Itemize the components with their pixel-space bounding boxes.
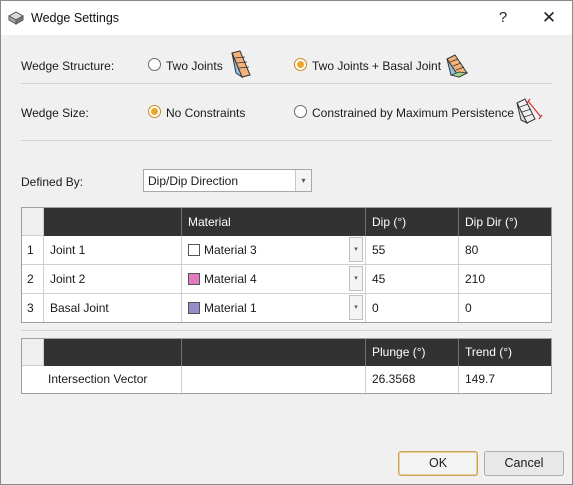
column-header-dip-dir: Dip Dir (°): [459, 208, 551, 236]
material-value: Material 3: [204, 243, 257, 257]
material-cell[interactable]: Material 3 ▾: [182, 236, 366, 265]
material-value: Material 1: [204, 301, 257, 315]
basal-joint-wedge-icon: [446, 54, 469, 78]
two-joints-radio[interactable]: [148, 58, 161, 71]
trend-cell: 149.7: [465, 372, 496, 386]
wedge-settings-dialog: Wedge Settings ? ✕ Wedge Structure: Two …: [0, 0, 573, 485]
wedge-size-label: Wedge Size:: [21, 106, 89, 120]
column-header-plunge: Plunge (°): [366, 339, 459, 366]
close-button[interactable]: ✕: [535, 7, 563, 29]
wedge-app-icon: [8, 11, 24, 25]
max-persistence-label[interactable]: Constrained by Maximum Persistence: [312, 106, 514, 120]
table-corner: [22, 208, 44, 236]
dip-cell[interactable]: 45: [366, 265, 459, 294]
row-number: 1: [22, 236, 44, 265]
intersection-table: Plunge (°) Trend (°) Intersection Vector…: [21, 338, 552, 394]
chevron-down-icon[interactable]: ▾: [295, 170, 311, 191]
column-header-name: [44, 339, 182, 366]
help-button[interactable]: ?: [489, 7, 517, 29]
intersection-vector-label: Intersection Vector: [22, 366, 182, 393]
chevron-down-icon[interactable]: ▾: [349, 237, 363, 262]
material-value: Material 4: [204, 272, 257, 286]
two-joints-basal-label[interactable]: Two Joints + Basal Joint: [312, 59, 441, 73]
two-joints-label[interactable]: Two Joints: [166, 59, 223, 73]
max-persistence-radio[interactable]: [294, 105, 307, 118]
no-constraints-radio[interactable]: [148, 105, 161, 118]
chevron-down-icon[interactable]: ▾: [349, 266, 363, 291]
column-header-trend: Trend (°): [459, 339, 551, 366]
wedge-structure-label: Wedge Structure:: [21, 59, 115, 73]
material-swatch: [188, 244, 200, 256]
chevron-down-icon[interactable]: ▾: [349, 295, 363, 320]
intersection-value-cell: [182, 366, 366, 393]
row-number: 2: [22, 265, 44, 294]
defined-by-select[interactable]: Dip/Dip Direction ▾: [143, 169, 312, 192]
column-header-value: [182, 339, 366, 366]
separator: [21, 140, 552, 141]
separator: [21, 83, 552, 84]
defined-by-value: Dip/Dip Direction: [148, 174, 239, 188]
material-swatch: [188, 302, 200, 314]
title-bar: Wedge Settings ? ✕: [1, 1, 572, 35]
dip-dir-cell[interactable]: 210: [459, 265, 551, 294]
joint-name-cell[interactable]: Joint 2: [44, 265, 182, 294]
dip-dir-cell[interactable]: 0: [459, 294, 551, 322]
separator: [21, 330, 552, 331]
window-title: Wedge Settings: [31, 11, 120, 25]
joint-name-cell[interactable]: Basal Joint: [44, 294, 182, 322]
plunge-cell: 26.3568: [366, 366, 459, 393]
cancel-button[interactable]: Cancel: [484, 451, 564, 476]
material-swatch: [188, 273, 200, 285]
column-header-dip: Dip (°): [366, 208, 459, 236]
row-number: 3: [22, 294, 44, 322]
two-joints-basal-radio[interactable]: [294, 58, 307, 71]
defined-by-label: Defined By:: [21, 175, 84, 189]
dip-dir-cell[interactable]: 80: [459, 236, 551, 265]
dip-cell[interactable]: 55: [366, 236, 459, 265]
table-corner: [22, 339, 44, 366]
joint-name-cell[interactable]: Joint 1: [44, 236, 182, 265]
dip-cell[interactable]: 0: [366, 294, 459, 322]
joints-table: Material Dip (°) Dip Dir (°) 1 Joint 1 M…: [21, 207, 552, 323]
material-cell[interactable]: Material 4 ▾: [182, 265, 366, 294]
column-header-name: [44, 208, 182, 236]
two-joints-wedge-icon: [231, 50, 251, 79]
no-constraints-label[interactable]: No Constraints: [166, 106, 245, 120]
material-cell[interactable]: Material 1 ▾: [182, 294, 366, 322]
persistence-wedge-icon: [516, 98, 543, 125]
column-header-material: Material: [182, 208, 366, 236]
ok-button[interactable]: OK: [398, 451, 478, 476]
